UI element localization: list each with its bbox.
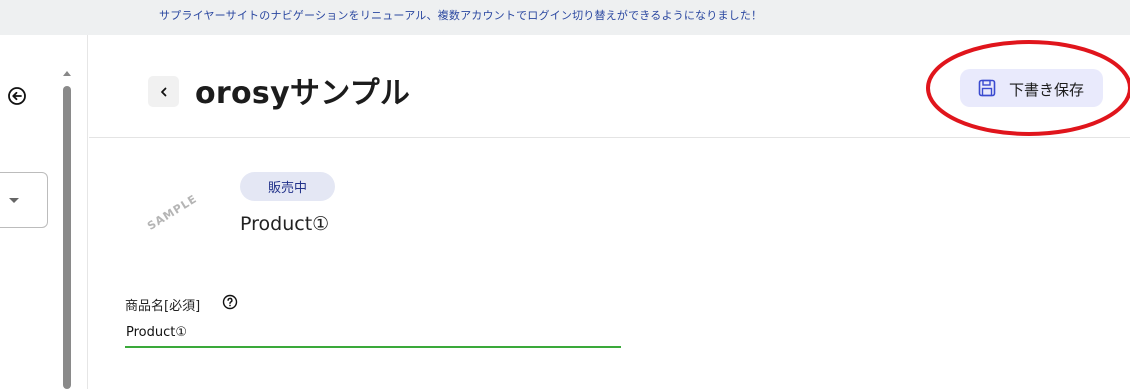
status-badge: 販売中 (240, 172, 335, 201)
product-name: Product① (240, 213, 330, 235)
back-button[interactable] (148, 76, 179, 107)
announcement-banner: サプライヤーサイトのナビゲーションをリニューアル、複数アカウントでログイン切り替… (0, 0, 1130, 35)
scroll-up-arrow-icon[interactable] (63, 71, 71, 76)
page-header: orosyサンプル 下書き保存 (89, 35, 1130, 138)
scrollbar[interactable] (61, 68, 73, 389)
sidebar (0, 35, 88, 389)
account-select[interactable] (0, 172, 48, 228)
page-title: orosyサンプル (195, 76, 411, 111)
circle-arrow-left-icon[interactable] (6, 85, 28, 107)
sample-watermark: SAMPLE (144, 191, 200, 233)
product-name-field-label: 商品名[必須] (125, 299, 201, 314)
caret-down-icon (9, 198, 19, 203)
help-circle-icon[interactable] (222, 294, 238, 310)
scrollbar-thumb[interactable] (63, 86, 71, 389)
save-icon (978, 79, 996, 97)
product-thumbnail: SAMPLE (131, 182, 213, 242)
save-draft-button[interactable]: 下書き保存 (960, 69, 1103, 107)
save-draft-label: 下書き保存 (1009, 81, 1085, 99)
product-name-input[interactable] (125, 322, 621, 348)
banner-text: サプライヤーサイトのナビゲーションをリニューアル、複数アカウントでログイン切り替… (159, 9, 763, 22)
chevron-left-icon (160, 87, 166, 96)
